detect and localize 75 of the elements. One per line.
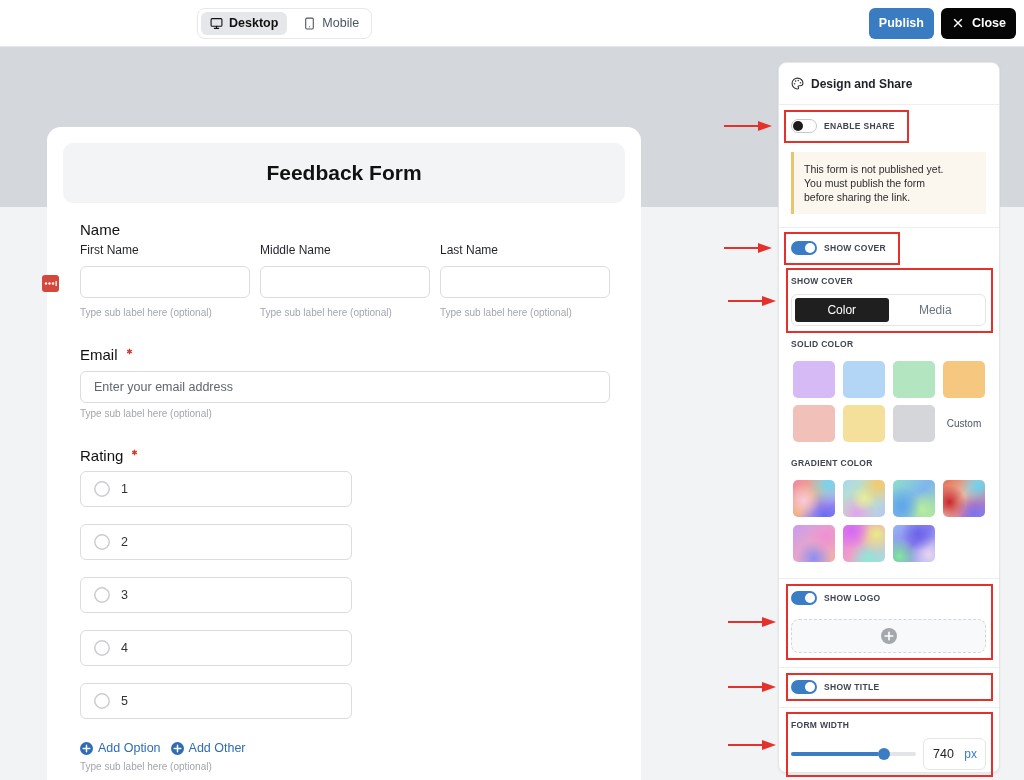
toggle-switch[interactable] — [791, 591, 817, 605]
gradient-swatch[interactable] — [893, 480, 935, 517]
color-swatch[interactable] — [893, 405, 935, 442]
hint-text: Type sub label here (optional) — [80, 306, 213, 319]
radio-option[interactable]: 5 — [80, 683, 352, 719]
toggle-switch[interactable] — [791, 119, 817, 133]
form-title: Feedback Form — [63, 143, 625, 203]
email-input[interactable]: Enter your email address — [80, 371, 610, 403]
plus-circle-icon — [80, 741, 93, 755]
text-input[interactable] — [260, 266, 430, 298]
gradient-swatch[interactable] — [893, 525, 935, 562]
arrow-icon — [728, 682, 776, 692]
sub-label: Middle Name — [260, 242, 332, 258]
hint-text: Type sub label here (optional) — [80, 407, 213, 420]
gradient-swatch[interactable] — [843, 480, 885, 517]
radio-option[interactable]: 1 — [80, 471, 352, 507]
radio-option[interactable]: 4 — [80, 630, 352, 666]
gradient-swatch[interactable] — [843, 525, 885, 562]
text-input[interactable] — [80, 266, 250, 298]
sub-label: First Name — [80, 242, 140, 258]
hint-text: Type sub label here (optional) — [260, 306, 393, 319]
toggle-label: SHOW LOGO — [824, 593, 881, 603]
add-link[interactable]: Add Option — [80, 741, 161, 755]
cover-type-tab[interactable]: Media — [888, 298, 982, 322]
arrow-icon — [724, 243, 772, 253]
color-swatch[interactable] — [793, 361, 835, 398]
arrow-icon — [724, 121, 772, 131]
palette-icon — [791, 77, 804, 90]
gradient-swatch[interactable] — [793, 480, 835, 517]
color-swatch[interactable] — [793, 405, 835, 442]
add-link[interactable]: Add Other — [170, 741, 246, 755]
plus-icon — [880, 628, 897, 644]
color-swatch[interactable] — [893, 361, 935, 398]
text-input[interactable] — [440, 266, 610, 298]
view-tab[interactable]: Desktop — [201, 11, 288, 35]
custom-color-button[interactable]: Custom — [943, 405, 985, 442]
slider-thumb[interactable] — [877, 748, 890, 760]
panel-title: Design and Share — [811, 76, 913, 91]
field-label: Name — [80, 220, 120, 238]
gradient-swatch[interactable] — [943, 480, 985, 517]
monitor-icon — [210, 16, 223, 30]
width-input[interactable]: 740 px — [923, 738, 986, 770]
plus-circle-icon — [170, 741, 184, 755]
cover-type-tab[interactable]: Color — [795, 298, 889, 322]
section-label: SHOW COVER — [791, 275, 855, 287]
hint-text: Type sub label here (optional) — [440, 306, 573, 319]
arrow-icon — [728, 295, 776, 306]
field-label: Rating — [80, 446, 124, 464]
sub-label: Last Name — [440, 242, 500, 258]
toggle-label: SHOW COVER — [824, 243, 887, 253]
radio-option[interactable]: 2 — [80, 524, 352, 560]
section-label: FORM WIDTH — [791, 719, 851, 731]
radio-option[interactable]: 3 — [80, 577, 352, 613]
arrow-icon — [728, 739, 776, 750]
dots-menu-icon[interactable] — [42, 275, 59, 292]
section-label: GRADIENT COLOR — [791, 457, 874, 469]
close-button[interactable]: Close — [940, 7, 1016, 39]
logo-upload-area[interactable] — [791, 619, 986, 653]
hint-text: Type sub label here (optional) — [80, 760, 213, 773]
field-label: Email — [80, 345, 118, 363]
color-swatch[interactable] — [843, 361, 885, 398]
toggle-label: ENABLE SHARE — [824, 121, 895, 131]
toggle-label: SHOW TITLE — [824, 682, 880, 692]
unit-label: px — [964, 747, 977, 761]
arrow-icon — [728, 617, 776, 627]
gradient-swatch[interactable] — [793, 525, 835, 562]
color-swatch[interactable] — [843, 405, 885, 442]
toggle-switch[interactable] — [791, 680, 817, 694]
publish-button[interactable]: Publish — [868, 7, 934, 39]
toggle-switch[interactable] — [791, 241, 817, 255]
warning-notice: This form is not published yet. You must publish the form before sharing the link. — [791, 152, 986, 214]
smartphone-icon — [303, 16, 317, 30]
section-label: SOLID COLOR — [791, 338, 855, 350]
color-swatch[interactable] — [943, 361, 985, 398]
view-tab[interactable]: Mobile — [294, 11, 369, 35]
